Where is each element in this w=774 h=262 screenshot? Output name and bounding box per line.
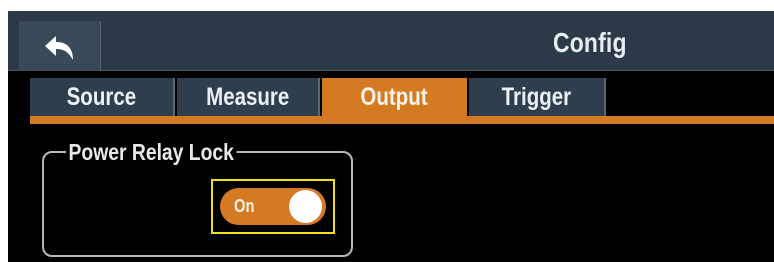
tab-output[interactable]: Output [322,78,467,116]
tab-source[interactable]: Source [30,78,175,116]
tab-output-label: Output [359,83,428,111]
back-arrow-icon [45,36,73,60]
tab-trigger-label: Trigger [501,83,572,111]
tab-measure-label: Measure [205,83,290,111]
toggle-track: On [220,188,326,225]
toggle-state-label: On [234,196,255,216]
back-button[interactable] [19,21,101,71]
tab-trigger[interactable]: Trigger [469,78,606,116]
tab-measure[interactable]: Measure [177,78,320,116]
power-relay-lock-toggle[interactable]: On [211,179,335,234]
page-title: Config [553,27,627,58]
title-bar: Config [8,11,774,71]
toggle-knob [289,190,322,223]
active-tab-underline [30,116,774,124]
tab-source-label: Source [66,83,137,111]
power-relay-lock-title: Power Relay Lock [66,139,237,165]
config-screen: Config Source Measure Output Trigger Pow… [8,11,774,262]
